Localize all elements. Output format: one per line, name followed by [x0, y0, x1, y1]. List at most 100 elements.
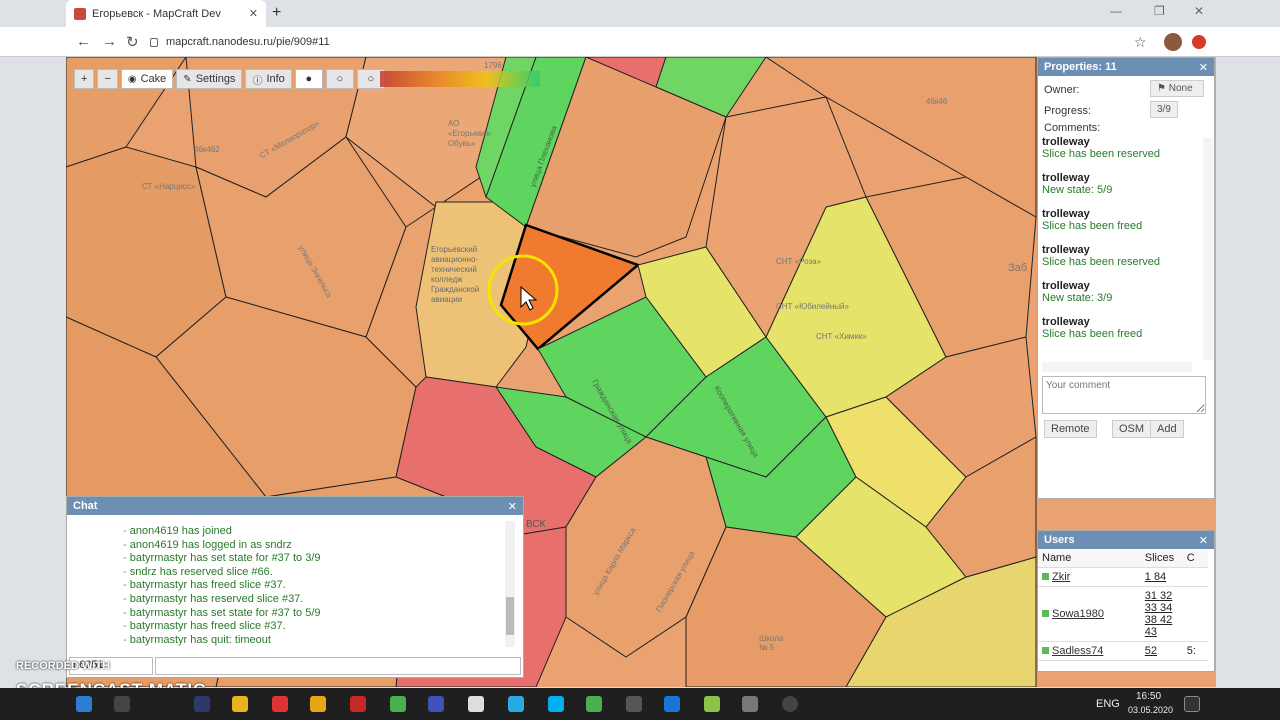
properties-header: Properties: 11 ✕ — [1038, 58, 1214, 76]
users-close-icon[interactable]: ✕ — [1199, 534, 1208, 547]
start-icon[interactable] — [76, 696, 92, 712]
notification-icon[interactable] — [1184, 696, 1200, 712]
maximize-icon[interactable]: ❐ — [1154, 4, 1165, 18]
tab-close-icon[interactable]: ✕ — [249, 7, 258, 20]
comment-user: trolleway — [1042, 136, 1090, 148]
user-slices-cell[interactable]: 31 32 33 34 38 42 43 — [1140, 586, 1183, 642]
app-icon-1[interactable] — [272, 696, 288, 712]
clock-time[interactable]: 16:50 — [1136, 691, 1161, 702]
screencast-icon[interactable] — [782, 696, 798, 712]
user-row[interactable]: Sadless74 52 5: — [1038, 641, 1208, 661]
language-indicator[interactable]: ENG — [1096, 698, 1120, 710]
info-button[interactable]: ⓘ Info — [245, 69, 292, 89]
map-label-snt-2: СНТ «Юбилейный» — [776, 302, 849, 311]
comments-horizontal-scrollbar[interactable] — [1042, 362, 1192, 372]
chat-header: Chat ✕ — [67, 497, 523, 515]
chat-message: batyrmastyr has set state for #37 to 3/9 — [123, 552, 503, 566]
chat-message: batyrmastyr has set state for #37 to 5/9 — [123, 607, 503, 621]
chat-message-input[interactable] — [155, 657, 521, 675]
skype-icon[interactable] — [548, 696, 564, 712]
photoshop-icon[interactable] — [194, 696, 210, 712]
user-row[interactable]: Zkir 1 84 — [1038, 567, 1208, 587]
window-close-icon[interactable]: ✕ — [1194, 4, 1204, 18]
mode-button-1[interactable]: ● — [294, 69, 323, 89]
explorer-icon[interactable] — [232, 696, 248, 712]
user-name-link[interactable]: Zkir — [1052, 571, 1070, 583]
app-icon-2[interactable] — [310, 696, 326, 712]
comments-vertical-scrollbar[interactable] — [1203, 138, 1213, 360]
clock-date[interactable]: 03.05.2020 — [1128, 705, 1173, 715]
col-c[interactable]: C — [1182, 549, 1208, 568]
acrobat-icon[interactable] — [350, 696, 366, 712]
users-header: Users ✕ — [1038, 531, 1214, 549]
new-tab-button[interactable]: + — [272, 4, 281, 22]
user-slices-cell[interactable]: 1 84 — [1140, 567, 1183, 587]
chrome-icon[interactable] — [390, 696, 406, 712]
chat-close-icon[interactable]: ✕ — [508, 500, 517, 513]
add-comment-button[interactable]: Add — [1150, 420, 1184, 438]
map-label-building-3: 46к46 — [926, 97, 948, 106]
map-label-snt-3: СНТ «Химик» — [816, 332, 867, 341]
comment-user: trolleway — [1042, 208, 1090, 220]
owner-value-button[interactable]: ⚑ None — [1150, 80, 1204, 97]
app-icon-5[interactable] — [626, 696, 642, 712]
zoom-out-button[interactable]: − — [97, 69, 118, 89]
comment-user: trolleway — [1042, 172, 1090, 184]
user-slices-cell[interactable]: 52 — [1140, 641, 1183, 661]
cake-button[interactable]: ◉ Cake — [120, 69, 174, 89]
map-label-building-1: 1796 — [484, 61, 502, 70]
telegram-icon[interactable] — [508, 696, 524, 712]
profile-avatar[interactable] — [1164, 33, 1182, 51]
zoom-in-button[interactable]: + — [74, 69, 95, 89]
app-icon-6[interactable] — [664, 696, 680, 712]
forward-icon[interactable]: → — [102, 33, 117, 50]
map-label-building-2: 46к462 — [194, 145, 220, 154]
info-label: Info — [266, 73, 285, 85]
users-panel: Users ✕ Name Slices C Zkir 1 84 Sowa1980 31… — [1037, 530, 1215, 672]
app-icon-7[interactable] — [742, 696, 758, 712]
browser-tab[interactable]: Егорьевск - MapCraft Dev ✕ — [66, 0, 266, 27]
comment-item: trolleway New state: 3/9 — [1042, 280, 1202, 304]
bookmark-star-icon[interactable]: ☆ — [1134, 34, 1147, 51]
mode-button-2[interactable]: ○ — [325, 69, 354, 89]
comment-text: Slice has been freed — [1042, 220, 1143, 232]
chat-message: batyrmastyr has freed slice #37. — [123, 620, 503, 634]
user-name-link[interactable]: Sadless74 — [1052, 645, 1103, 657]
user-name-link[interactable]: Sowa1980 — [1052, 608, 1104, 620]
map-label-college: Егорьевский авиационно- технический колл… — [431, 245, 480, 304]
flag-icon: ⚑ — [1157, 83, 1169, 94]
col-name[interactable]: Name — [1038, 549, 1141, 568]
col-slices[interactable]: Slices — [1140, 549, 1183, 568]
app-icon-3[interactable] — [428, 696, 444, 712]
comment-text: New state: 5/9 — [1042, 184, 1113, 196]
extension-icon[interactable] — [1192, 35, 1206, 49]
chat-scroll-thumb[interactable] — [506, 597, 514, 635]
properties-close-icon[interactable]: ✕ — [1199, 61, 1208, 74]
progress-label: Progress: — [1044, 105, 1092, 117]
settings-button[interactable]: ✎ Settings — [176, 69, 243, 89]
url-field[interactable]: mapcraft.nanodesu.ru/pie/909#11 — [150, 31, 1150, 53]
properties-panel: Properties: 11 ✕ Owner: ⚑ None Progress:… — [1037, 57, 1215, 499]
online-status-icon — [1042, 647, 1049, 654]
osm-button[interactable]: OSM — [1112, 420, 1152, 438]
qgis-icon[interactable] — [704, 696, 720, 712]
user-name-cell: Sowa1980 — [1038, 586, 1141, 642]
reload-icon[interactable]: ↻ — [126, 33, 139, 51]
chat-message: anon4619 has joined — [123, 525, 503, 539]
progress-value[interactable]: 3/9 — [1150, 101, 1178, 118]
chrome-icon-2[interactable] — [586, 696, 602, 712]
chat-scrollbar[interactable] — [505, 521, 515, 647]
app-icon-4[interactable] — [468, 696, 484, 712]
online-status-icon — [1042, 573, 1049, 580]
comments-label: Comments: — [1044, 122, 1101, 134]
minimize-icon[interactable]: — — [1110, 4, 1122, 18]
url-text: mapcraft.nanodesu.ru/pie/909#11 — [166, 36, 330, 48]
user-row[interactable]: Sowa1980 31 32 33 34 38 42 43 — [1038, 586, 1208, 642]
remote-button[interactable]: Remote — [1044, 420, 1097, 438]
progress-gradient-bar — [380, 71, 540, 87]
info-icon: ⓘ — [252, 75, 263, 87]
back-icon[interactable]: ← — [76, 33, 91, 50]
chat-message: batyrmastyr has freed slice #37. — [123, 579, 503, 593]
task-view-icon[interactable] — [114, 696, 130, 712]
comment-input[interactable] — [1042, 376, 1206, 414]
